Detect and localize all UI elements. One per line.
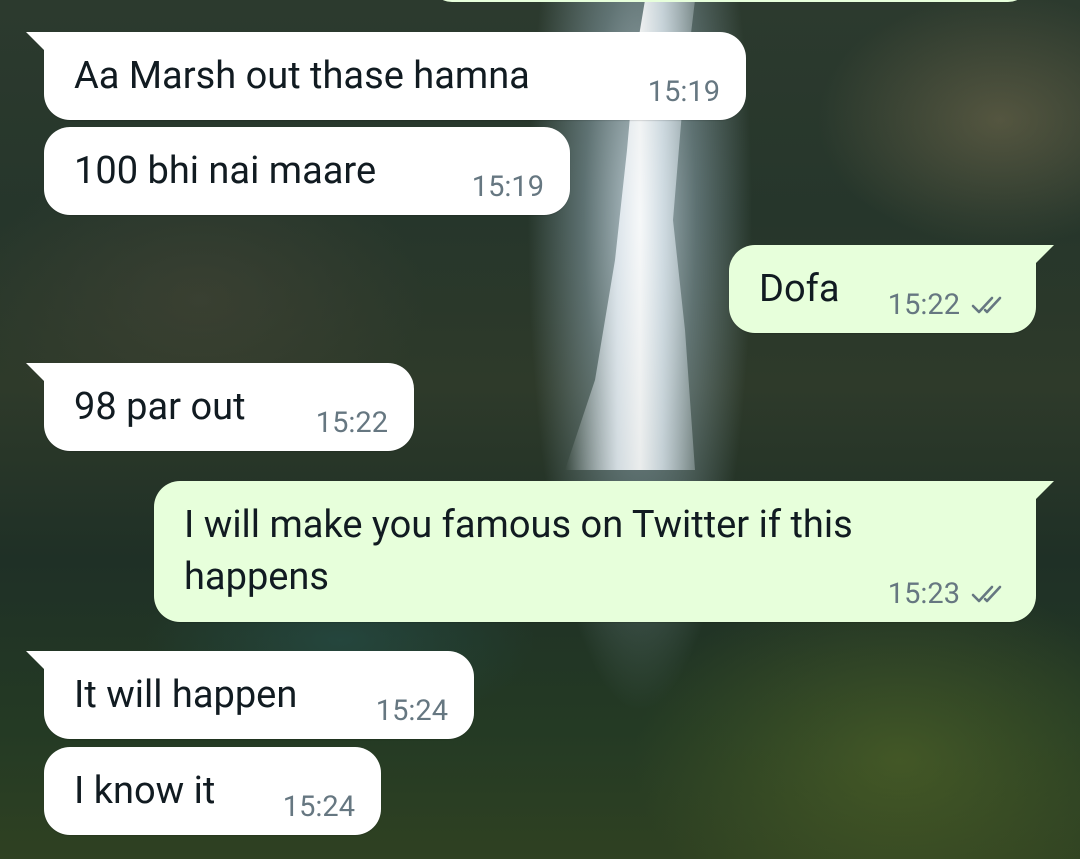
double-check-icon	[970, 294, 1010, 316]
message-text: Dofa	[759, 267, 840, 311]
partial-outgoing-bubble[interactable]	[430, 0, 1030, 2]
incoming-message[interactable]: 98 par out 15:22	[26, 363, 414, 451]
message-meta: 15:22	[888, 289, 1010, 321]
message-time: 15:19	[471, 170, 544, 204]
message-meta: 15:23	[888, 578, 1010, 610]
message-text: Aa Marsh out thase hamna	[74, 54, 530, 98]
message-text: 100 bhi nai maare	[74, 149, 377, 193]
message-time: 15:24	[282, 790, 355, 824]
message-time: 15:24	[375, 694, 448, 728]
message-text: It will happen	[74, 673, 298, 717]
message-time: 15:22	[315, 406, 388, 440]
message-text: I know it	[74, 769, 216, 813]
message-meta: 15:22	[316, 407, 388, 439]
message-meta: 15:24	[376, 695, 448, 727]
message-time: 15:23	[887, 577, 960, 611]
message-time: 15:22	[887, 288, 960, 322]
message-meta: 15:19	[472, 171, 544, 203]
incoming-message[interactable]: Aa Marsh out thase hamna 15:19	[26, 32, 746, 120]
message-time: 15:19	[647, 75, 720, 109]
message-meta: 15:24	[283, 791, 355, 823]
outgoing-message[interactable]: Dofa 15:22	[729, 245, 1054, 333]
incoming-message[interactable]: 100 bhi nai maare 15:19	[44, 127, 570, 215]
message-meta: 15:19	[648, 76, 720, 108]
message-text: 98 par out	[74, 385, 246, 429]
outgoing-message[interactable]: I will make you famous on Twitter if thi…	[154, 481, 1054, 622]
double-check-icon	[970, 583, 1010, 605]
incoming-message[interactable]: I know it 15:24	[44, 747, 381, 835]
incoming-message[interactable]: It will happen 15:24	[26, 651, 474, 739]
message-text: I will make you famous on Twitter if thi…	[184, 503, 853, 599]
